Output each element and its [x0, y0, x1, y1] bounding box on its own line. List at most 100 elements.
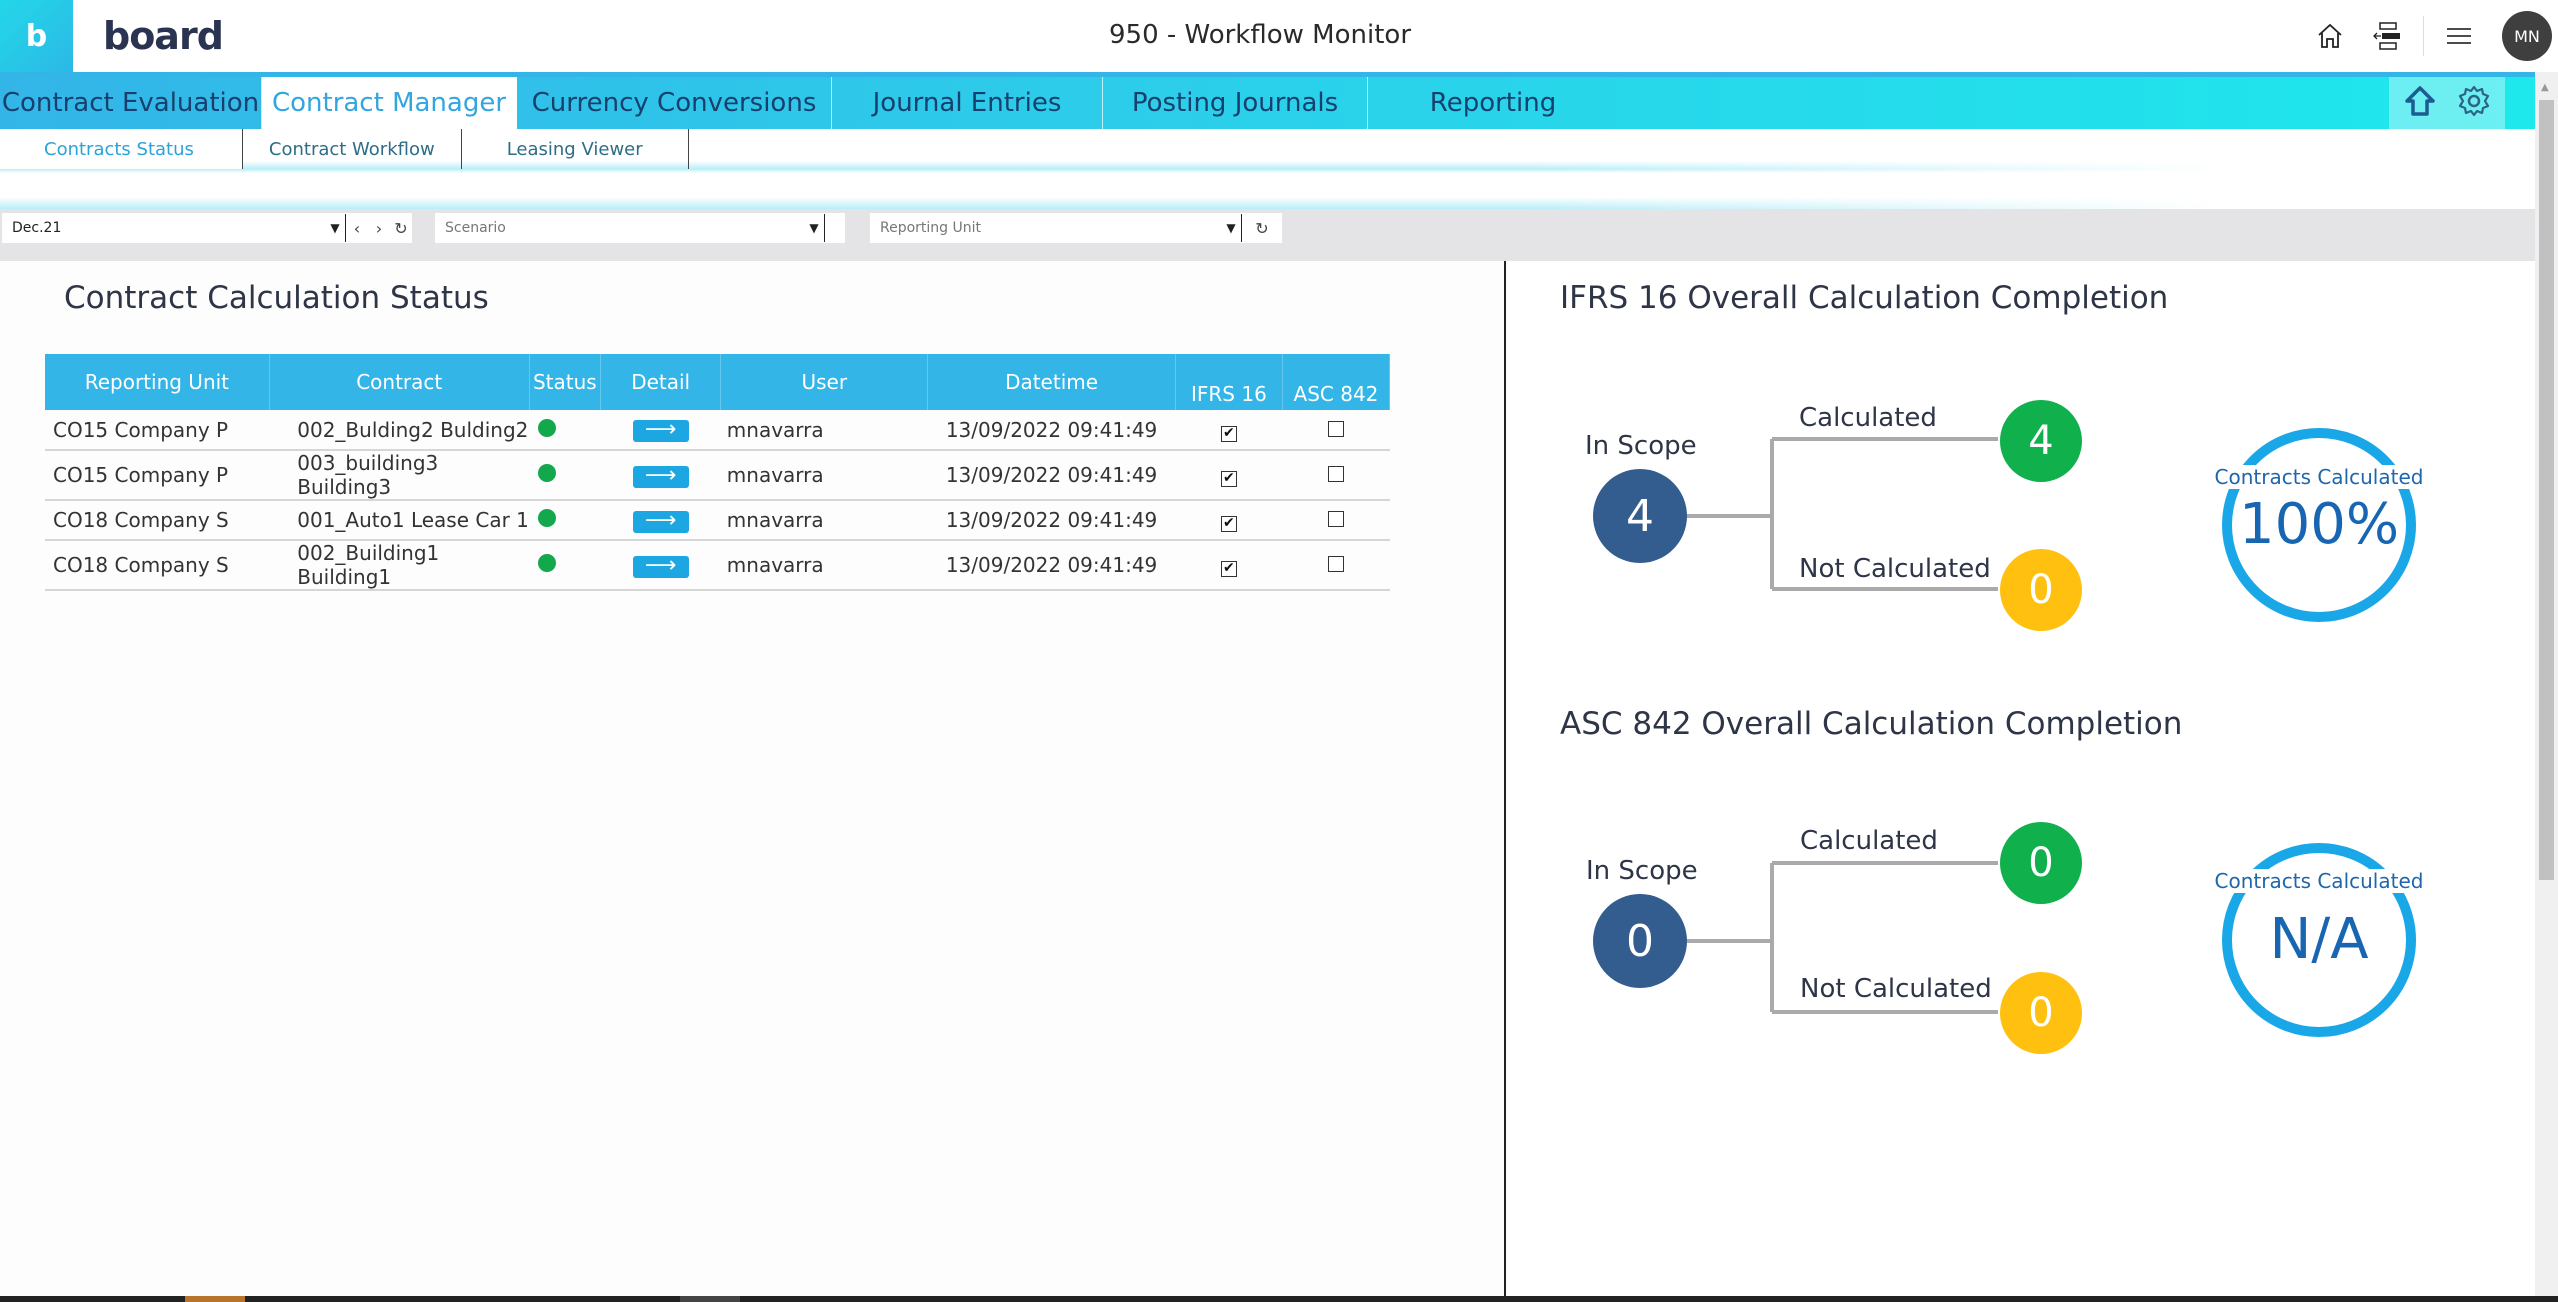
calculated-label: Calculated	[1800, 826, 1938, 856]
contract-status-panel: Contract Calculation Status Reporting Un…	[0, 261, 1506, 1302]
prev-period-icon[interactable]: ‹	[346, 219, 368, 238]
scroll-up-icon[interactable]: ▲	[2541, 82, 2549, 93]
period-selector[interactable]: Dec.21 ▼ ‹ › ↻	[2, 213, 412, 243]
cell-reporting-unit: CO18 Company S	[45, 500, 270, 541]
reporting-unit-selector[interactable]: Reporting Unit ▼ ↻	[870, 213, 1282, 243]
cell-status	[529, 500, 601, 541]
calculated-count: 4	[2000, 400, 2082, 482]
asc842-checkbox[interactable]	[1327, 420, 1344, 437]
cell-detail: ⟶	[600, 500, 721, 541]
cell-asc842	[1282, 500, 1390, 541]
asc842-checkbox[interactable]	[1327, 556, 1344, 572]
tab-posting-journals[interactable]: Posting Journals	[1103, 77, 1368, 129]
cell-user: mnavarra	[720, 450, 928, 501]
hamburger-menu-icon[interactable]	[2430, 0, 2488, 72]
col-ifrs16[interactable]: IFRS 16	[1175, 354, 1283, 410]
tab-contract-evaluation[interactable]: Contract Evaluation	[0, 77, 262, 129]
filter-bar: Dec.21 ▼ ‹ › ↻ Scenario ▼ Reporting Unit…	[0, 209, 2535, 261]
calculated-label: Calculated	[1799, 403, 1937, 433]
ifrs16-title: IFRS 16 Overall Calculation Completion	[1560, 280, 2169, 316]
scenario-selector[interactable]: Scenario ▼	[435, 213, 845, 243]
home-outline-icon[interactable]	[2403, 84, 2437, 122]
vertical-scrollbar[interactable]: ▲	[2535, 72, 2558, 1302]
cell-asc842	[1282, 410, 1390, 451]
user-avatar[interactable]: MN	[2502, 11, 2552, 61]
in-scope-label: In Scope	[1585, 431, 1697, 461]
cell-detail: ⟶	[600, 540, 721, 591]
chevron-down-icon[interactable]: ▼	[325, 221, 345, 235]
tab-currency-conversions[interactable]: Currency Conversions	[517, 77, 832, 129]
col-user[interactable]: User	[720, 354, 929, 410]
col-status[interactable]: Status	[529, 354, 602, 410]
cell-asc842	[1282, 450, 1390, 501]
ifrs16-checkbox[interactable]: ✔	[1220, 425, 1237, 442]
asc842-checkbox[interactable]	[1327, 466, 1344, 482]
cell-ifrs16: ✔	[1175, 540, 1283, 591]
chevron-down-icon[interactable]: ▼	[804, 221, 824, 235]
cell-reporting-unit: CO18 Company S	[45, 540, 270, 591]
col-reporting-unit[interactable]: Reporting Unit	[45, 354, 270, 410]
asc842-flow: In Scope 0 Calculated 0 Not Calculated 0…	[1508, 766, 2535, 1126]
detail-arrow-button[interactable]: ⟶	[632, 419, 689, 442]
tab-bar-actions	[2389, 77, 2505, 129]
gauge-caption: Contracts Calculated	[2200, 465, 2438, 489]
contracts-calculated-gauge: Contracts Calculated N/A	[2200, 841, 2438, 1039]
status-green-icon	[538, 509, 557, 527]
asc842-checkbox[interactable]	[1327, 511, 1344, 527]
table-row[interactable]: CO15 Company P 002_Bulding2 Bulding2 ⟶ mnav…	[45, 410, 1390, 451]
status-green-icon	[538, 418, 557, 437]
scrollbar-thumb[interactable]	[2539, 100, 2554, 880]
refresh-icon[interactable]: ↻	[1242, 219, 1282, 238]
ifrs16-checkbox[interactable]: ✔	[1220, 561, 1237, 577]
cell-ifrs16: ✔	[1175, 450, 1283, 501]
tab-contract-manager[interactable]: Contract Manager	[262, 77, 517, 129]
chevron-down-icon[interactable]: ▼	[1221, 221, 1241, 235]
col-contract[interactable]: Contract	[269, 354, 530, 410]
gauge-value: N/A	[2269, 907, 2369, 972]
gauge-caption: Contracts Calculated	[2200, 869, 2438, 893]
cell-contract: 002_Bulding2 Bulding2	[269, 410, 530, 451]
cell-datetime: 13/09/2022 09:41:49	[927, 500, 1176, 541]
ifrs16-flow: In Scope 4 Calculated 4 Not Calculated 0…	[1508, 341, 2535, 701]
not-calculated-count: 0	[2000, 972, 2082, 1054]
gauge-value: 100%	[2238, 492, 2400, 557]
col-detail[interactable]: Detail	[600, 354, 722, 410]
ifrs16-checkbox[interactable]: ✔	[1220, 471, 1237, 487]
cell-user: mnavarra	[720, 410, 928, 451]
cell-datetime: 13/09/2022 09:41:49	[927, 410, 1176, 451]
panel-collapse-icon[interactable]	[2359, 0, 2417, 72]
cell-status	[529, 410, 601, 451]
bottom-strip	[0, 1296, 2558, 1302]
subtab-contracts-status[interactable]: Contracts Status	[0, 129, 243, 169]
ifrs16-checkbox[interactable]: ✔	[1220, 516, 1237, 532]
table-row[interactable]: CO15 Company P 003_building3 Building3 ⟶ mn…	[45, 450, 1390, 501]
home-icon[interactable]	[2301, 0, 2359, 72]
tab-reporting[interactable]: Reporting	[1368, 77, 1618, 129]
not-calculated-label: Not Calculated	[1800, 974, 1992, 1004]
divider	[2423, 16, 2424, 56]
tab-journal-entries[interactable]: Journal Entries	[832, 77, 1103, 129]
in-scope-count: 0	[1593, 894, 1687, 988]
cell-contract: 002_Building1 Building1	[269, 540, 530, 591]
col-asc842[interactable]: ASC 842	[1282, 354, 1391, 410]
subtab-contract-workflow[interactable]: Contract Workflow	[243, 129, 462, 169]
table-row[interactable]: CO18 Company S 002_Building1 Building1 ⟶ mn…	[45, 540, 1390, 591]
page-title: 950 - Workflow Monitor	[1108, 20, 1412, 50]
detail-arrow-button[interactable]: ⟶	[632, 554, 689, 578]
gear-icon[interactable]	[2457, 84, 2491, 122]
cell-reporting-unit: CO15 Company P	[45, 410, 270, 451]
detail-arrow-button[interactable]: ⟶	[632, 509, 689, 533]
refresh-icon[interactable]: ↻	[390, 219, 412, 238]
detail-arrow-button[interactable]: ⟶	[632, 464, 689, 488]
cell-contract: 001_Auto1 Lease Car 1	[269, 500, 530, 541]
cell-status	[529, 450, 601, 501]
table-row[interactable]: CO18 Company S 001_Auto1 Lease Car 1 ⟶ mnav…	[45, 500, 1390, 541]
next-period-icon[interactable]: ›	[368, 219, 390, 238]
top-icons: MN	[2301, 0, 2558, 72]
status-green-icon	[538, 464, 557, 482]
subtab-leasing-viewer[interactable]: Leasing Viewer	[462, 129, 689, 169]
panel-title: Contract Calculation Status	[64, 280, 489, 316]
not-calculated-count: 0	[2000, 549, 2082, 631]
col-datetime[interactable]: Datetime	[927, 354, 1176, 410]
contracts-table: Reporting Unit Contract Status Detail Us…	[45, 354, 1391, 591]
